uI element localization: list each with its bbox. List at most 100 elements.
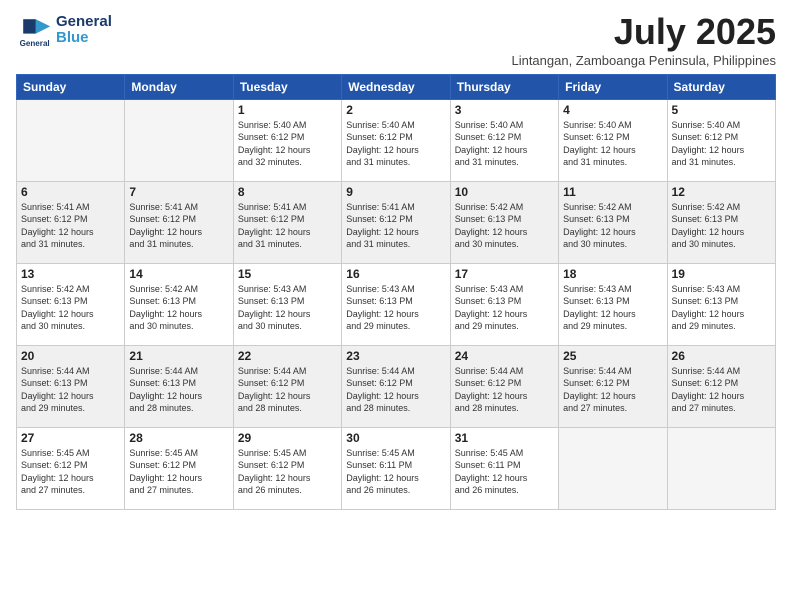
day-info: Sunrise: 5:41 AM Sunset: 6:12 PM Dayligh… [346, 201, 445, 251]
day-info: Sunrise: 5:44 AM Sunset: 6:12 PM Dayligh… [346, 365, 445, 415]
day-number: 21 [129, 349, 228, 363]
day-cell [125, 99, 233, 181]
day-info: Sunrise: 5:44 AM Sunset: 6:12 PM Dayligh… [238, 365, 337, 415]
day-number: 18 [563, 267, 662, 281]
day-info: Sunrise: 5:45 AM Sunset: 6:12 PM Dayligh… [238, 447, 337, 497]
day-number: 24 [455, 349, 554, 363]
day-cell: 16 Sunrise: 5:43 AM Sunset: 6:13 PM Dayli… [342, 263, 450, 345]
title-block: July 2025 Lintangan, Zamboanga Peninsula… [511, 12, 776, 68]
week-row-1: 1Sunrise: 5:40 AM Sunset: 6:12 PM Daylig… [17, 99, 776, 181]
day-cell: 26 Sunrise: 5:44 AM Sunset: 6:12 PM Dayli… [667, 345, 775, 427]
day-info: Sunrise: 5:42 AM Sunset: 6:13 PM Dayligh… [21, 283, 120, 333]
day-info: Sunrise: 5:44 AM Sunset: 6:13 PM Dayligh… [21, 365, 120, 415]
day-cell: 10 Sunrise: 5:42 AM Sunset: 6:13 PM Dayli… [450, 181, 558, 263]
day-info: Sunrise: 5:45 AM Sunset: 6:12 PM Dayligh… [21, 447, 120, 497]
day-number: 31 [455, 431, 554, 445]
day-number: 28 [129, 431, 228, 445]
day-info: Sunrise: 5:43 AM Sunset: 6:13 PM Dayligh… [672, 283, 771, 333]
day-number: 8 [238, 185, 337, 199]
day-number: 30 [346, 431, 445, 445]
day-cell: 19 Sunrise: 5:43 AM Sunset: 6:13 PM Dayli… [667, 263, 775, 345]
day-cell: 4 Sunrise: 5:40 AM Sunset: 6:12 PM Daylig… [559, 99, 667, 181]
day-number: 11 [563, 185, 662, 199]
day-cell [17, 99, 125, 181]
day-cell: 11 Sunrise: 5:42 AM Sunset: 6:13 PM Dayli… [559, 181, 667, 263]
day-number: 17 [455, 267, 554, 281]
day-info: Sunrise: 5:41 AM Sunset: 6:12 PM Dayligh… [238, 201, 337, 251]
day-cell: 21Sunrise: 5:44 AM Sunset: 6:13 PM Dayli… [125, 345, 233, 427]
day-info: Sunrise: 5:43 AM Sunset: 6:13 PM Dayligh… [238, 283, 337, 333]
day-number: 20 [21, 349, 120, 363]
logo: General General Blue [16, 12, 112, 48]
day-header-monday: Monday [125, 74, 233, 99]
day-cell: 28 Sunrise: 5:45 AM Sunset: 6:12 PM Dayli… [125, 427, 233, 509]
day-header-wednesday: Wednesday [342, 74, 450, 99]
week-row-5: 27 Sunrise: 5:45 AM Sunset: 6:12 PM Dayli… [17, 427, 776, 509]
day-info: Sunrise: 5:40 AM Sunset: 6:12 PM Dayligh… [563, 119, 662, 169]
day-number: 12 [672, 185, 771, 199]
month-title: July 2025 [511, 12, 776, 52]
day-number: 14 [129, 267, 228, 281]
day-cell: 14 Sunrise: 5:42 AM Sunset: 6:13 PM Dayli… [125, 263, 233, 345]
calendar: SundayMondayTuesdayWednesdayThursdayFrid… [16, 74, 776, 510]
day-info: Sunrise: 5:42 AM Sunset: 6:13 PM Dayligh… [455, 201, 554, 251]
day-cell: 8 Sunrise: 5:41 AM Sunset: 6:12 PM Daylig… [233, 181, 341, 263]
day-info: Sunrise: 5:40 AM Sunset: 6:12 PM Dayligh… [346, 119, 445, 169]
day-cell: 9Sunrise: 5:41 AM Sunset: 6:12 PM Daylig… [342, 181, 450, 263]
day-cell: 29Sunrise: 5:45 AM Sunset: 6:12 PM Dayli… [233, 427, 341, 509]
day-cell [559, 427, 667, 509]
day-cell: 15 Sunrise: 5:43 AM Sunset: 6:13 PM Dayli… [233, 263, 341, 345]
day-number: 5 [672, 103, 771, 117]
day-cell: 20 Sunrise: 5:44 AM Sunset: 6:13 PM Dayli… [17, 345, 125, 427]
day-info: Sunrise: 5:42 AM Sunset: 6:13 PM Dayligh… [672, 201, 771, 251]
day-info: Sunrise: 5:44 AM Sunset: 6:12 PM Dayligh… [672, 365, 771, 415]
day-cell: 13Sunrise: 5:42 AM Sunset: 6:13 PM Dayli… [17, 263, 125, 345]
days-header-row: SundayMondayTuesdayWednesdayThursdayFrid… [17, 74, 776, 99]
day-info: Sunrise: 5:40 AM Sunset: 6:12 PM Dayligh… [238, 119, 337, 169]
week-row-3: 13Sunrise: 5:42 AM Sunset: 6:13 PM Dayli… [17, 263, 776, 345]
day-cell: 12 Sunrise: 5:42 AM Sunset: 6:13 PM Dayli… [667, 181, 775, 263]
day-cell: 5Sunrise: 5:40 AM Sunset: 6:12 PM Daylig… [667, 99, 775, 181]
day-number: 4 [563, 103, 662, 117]
location: Lintangan, Zamboanga Peninsula, Philippi… [511, 53, 776, 68]
day-number: 6 [21, 185, 120, 199]
day-header-thursday: Thursday [450, 74, 558, 99]
day-info: Sunrise: 5:40 AM Sunset: 6:12 PM Dayligh… [455, 119, 554, 169]
day-number: 16 [346, 267, 445, 281]
day-cell: 7Sunrise: 5:41 AM Sunset: 6:12 PM Daylig… [125, 181, 233, 263]
day-number: 10 [455, 185, 554, 199]
day-number: 26 [672, 349, 771, 363]
day-info: Sunrise: 5:44 AM Sunset: 6:12 PM Dayligh… [455, 365, 554, 415]
day-header-friday: Friday [559, 74, 667, 99]
day-info: Sunrise: 5:43 AM Sunset: 6:13 PM Dayligh… [346, 283, 445, 333]
day-cell: 17 Sunrise: 5:43 AM Sunset: 6:13 PM Dayli… [450, 263, 558, 345]
day-number: 23 [346, 349, 445, 363]
week-row-2: 6 Sunrise: 5:41 AM Sunset: 6:12 PM Daylig… [17, 181, 776, 263]
week-row-4: 20 Sunrise: 5:44 AM Sunset: 6:13 PM Dayli… [17, 345, 776, 427]
day-info: Sunrise: 5:45 AM Sunset: 6:12 PM Dayligh… [129, 447, 228, 497]
day-cell: 25Sunrise: 5:44 AM Sunset: 6:12 PM Dayli… [559, 345, 667, 427]
day-info: Sunrise: 5:42 AM Sunset: 6:13 PM Dayligh… [563, 201, 662, 251]
day-number: 22 [238, 349, 337, 363]
day-info: Sunrise: 5:41 AM Sunset: 6:12 PM Dayligh… [21, 201, 120, 251]
day-cell [667, 427, 775, 509]
day-cell: 3 Sunrise: 5:40 AM Sunset: 6:12 PM Daylig… [450, 99, 558, 181]
day-header-tuesday: Tuesday [233, 74, 341, 99]
day-info: Sunrise: 5:44 AM Sunset: 6:12 PM Dayligh… [563, 365, 662, 415]
day-info: Sunrise: 5:42 AM Sunset: 6:13 PM Dayligh… [129, 283, 228, 333]
logo-text: General Blue [56, 14, 112, 47]
day-number: 7 [129, 185, 228, 199]
day-number: 15 [238, 267, 337, 281]
day-cell: 22 Sunrise: 5:44 AM Sunset: 6:12 PM Dayli… [233, 345, 341, 427]
day-cell: 27 Sunrise: 5:45 AM Sunset: 6:12 PM Dayli… [17, 427, 125, 509]
logo-icon: General [16, 12, 52, 48]
day-info: Sunrise: 5:45 AM Sunset: 6:11 PM Dayligh… [346, 447, 445, 497]
day-info: Sunrise: 5:43 AM Sunset: 6:13 PM Dayligh… [563, 283, 662, 333]
day-number: 19 [672, 267, 771, 281]
day-cell: 24 Sunrise: 5:44 AM Sunset: 6:12 PM Dayli… [450, 345, 558, 427]
day-number: 3 [455, 103, 554, 117]
header: General General Blue July 2025 Lintangan… [16, 12, 776, 68]
day-info: Sunrise: 5:43 AM Sunset: 6:13 PM Dayligh… [455, 283, 554, 333]
day-number: 27 [21, 431, 120, 445]
day-number: 2 [346, 103, 445, 117]
